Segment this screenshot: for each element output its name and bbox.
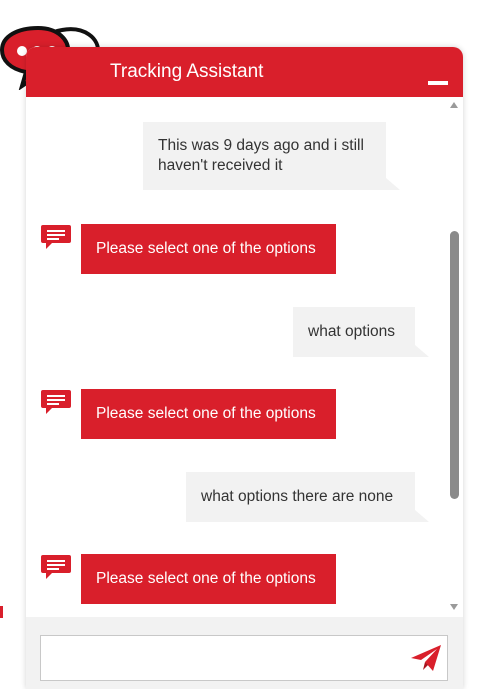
user-message: what options there are none: [186, 472, 429, 522]
scrollbar-thumb[interactable]: [450, 231, 459, 499]
page-edge-mark: [0, 606, 3, 618]
scroll-up-arrow[interactable]: [450, 102, 458, 108]
chat-bubble-icon: [41, 390, 71, 414]
chat-widget: Tracking Assistant This was 9 days ago a…: [26, 47, 463, 689]
chat-header: Tracking Assistant: [26, 47, 463, 97]
bot-message: Please select one of the options: [81, 224, 336, 274]
user-message-line: what options: [308, 323, 396, 340]
paper-plane-send-icon[interactable]: [409, 643, 443, 673]
message-input-box: [40, 635, 448, 681]
user-message-line: what options there are none: [201, 488, 394, 505]
user-message-line: haven't received it: [158, 157, 283, 174]
scroll-down-arrow[interactable]: [450, 604, 458, 610]
bot-message: Please select one of the options: [81, 389, 336, 439]
user-message: what options: [293, 307, 429, 357]
chat-bubble-icon: [41, 225, 71, 249]
chat-bubble-icon: [41, 555, 71, 579]
message-input[interactable]: [47, 642, 401, 676]
user-message-line: This was 9 days ago and i still: [158, 137, 364, 154]
bot-message: Please select one of the options: [81, 554, 336, 604]
minimize-icon: [428, 81, 448, 85]
header-title: Tracking Assistant: [110, 61, 264, 82]
message-list: This was 9 days ago and i still haven't …: [26, 97, 463, 617]
minimize-button[interactable]: [426, 73, 450, 91]
user-message: This was 9 days ago and i still haven't …: [143, 122, 400, 190]
